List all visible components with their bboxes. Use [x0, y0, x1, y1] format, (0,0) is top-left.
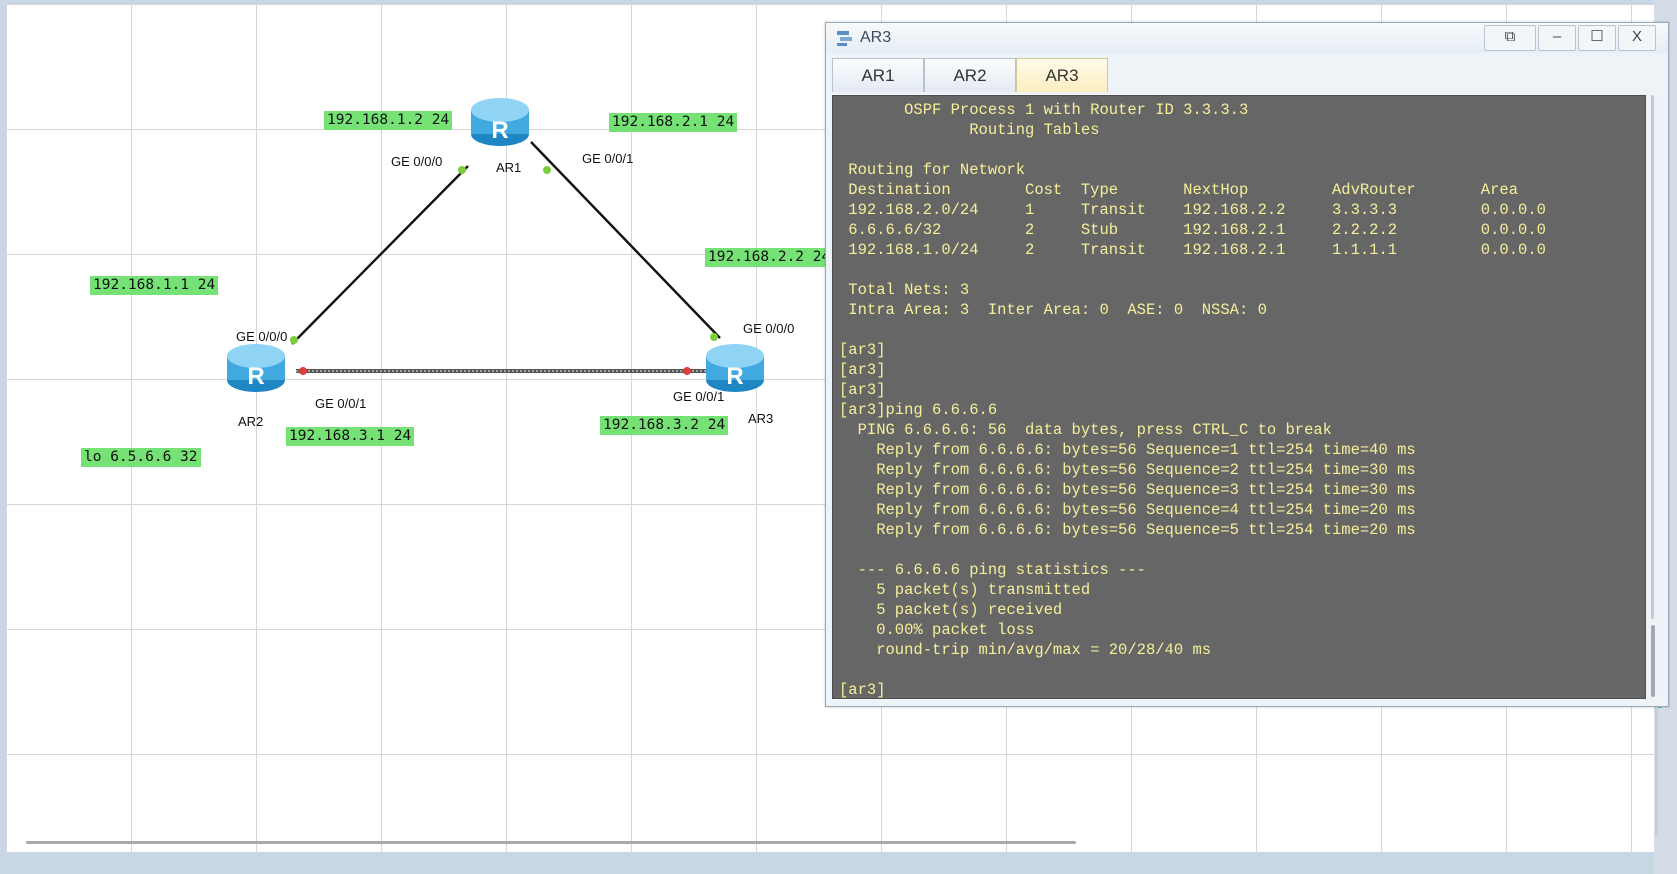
router-icon: R	[706, 344, 764, 392]
ip-label[interactable]: 192.168.1.2 24	[324, 111, 453, 130]
router-ar2[interactable]: R	[225, 340, 287, 394]
port-status-down-icon	[683, 367, 691, 375]
port-label: GE 0/0/1	[315, 396, 367, 411]
ip-label[interactable]: 192.168.3.2 24	[600, 416, 729, 435]
horizontal-scrollbar[interactable]	[26, 841, 1076, 844]
maximize-button[interactable]: ☐	[1578, 25, 1616, 51]
ip-label-loopback[interactable]: lo 6.5.6.6 32	[81, 448, 201, 467]
router-ar1[interactable]: R	[469, 94, 531, 148]
device-label-ar1: AR1	[496, 160, 522, 175]
minimize-button[interactable]: –	[1538, 25, 1576, 51]
port-label: GE 0/0/1	[673, 389, 725, 404]
terminal-console[interactable]: OSPF Process 1 with Router ID 3.3.3.3 Ro…	[832, 95, 1646, 699]
port-label: GE 0/0/0	[236, 329, 288, 344]
app-icon	[835, 29, 855, 52]
ip-label[interactable]: 192.168.1.1 24	[90, 276, 219, 295]
window-title: AR3	[860, 29, 892, 46]
tab-ar1[interactable]: AR1	[832, 58, 924, 92]
ip-label[interactable]: 192.168.2.1 24	[609, 113, 738, 132]
svg-text:R: R	[491, 117, 508, 144]
tab-ar2[interactable]: AR2	[924, 58, 1016, 92]
scrollbar-thumb-lower[interactable]	[1651, 625, 1655, 697]
router-icon: R	[227, 344, 285, 392]
ip-label[interactable]: 192.168.3.1 24	[286, 427, 415, 446]
port-status-down-icon	[299, 367, 307, 375]
device-label-ar3: AR3	[748, 411, 774, 426]
router-icon: R	[471, 98, 529, 146]
port-status-up-icon	[543, 166, 551, 174]
scrollbar-thumb[interactable]	[1651, 95, 1654, 619]
restore-icon[interactable]: ⧉	[1484, 25, 1536, 51]
port-label: GE 0/0/0	[391, 154, 443, 169]
svg-text:R: R	[247, 363, 264, 390]
svg-text:R: R	[726, 363, 743, 390]
port-label: GE 0/0/0	[743, 321, 795, 336]
window-titlebar[interactable]: AR3 ⧉ – ☐ X	[826, 23, 1668, 53]
port-status-up-icon	[290, 336, 298, 344]
device-label-ar2: AR2	[238, 414, 264, 429]
terminal-scrollbar[interactable]	[1648, 95, 1660, 699]
ip-label[interactable]: 192.168.2.2 24	[705, 248, 834, 267]
port-status-up-icon	[458, 166, 466, 174]
terminal-output: OSPF Process 1 with Router ID 3.3.3.3 Ro…	[839, 101, 1546, 699]
router-ar3[interactable]: R	[704, 340, 766, 394]
port-label: GE 0/0/1	[582, 151, 634, 166]
close-button[interactable]: X	[1618, 25, 1656, 51]
tab-ar3[interactable]: AR3	[1016, 58, 1108, 92]
terminal-window[interactable]: AR3 ⧉ – ☐ X AR1 AR2 AR3 OSPF Process 1 w…	[825, 22, 1669, 707]
